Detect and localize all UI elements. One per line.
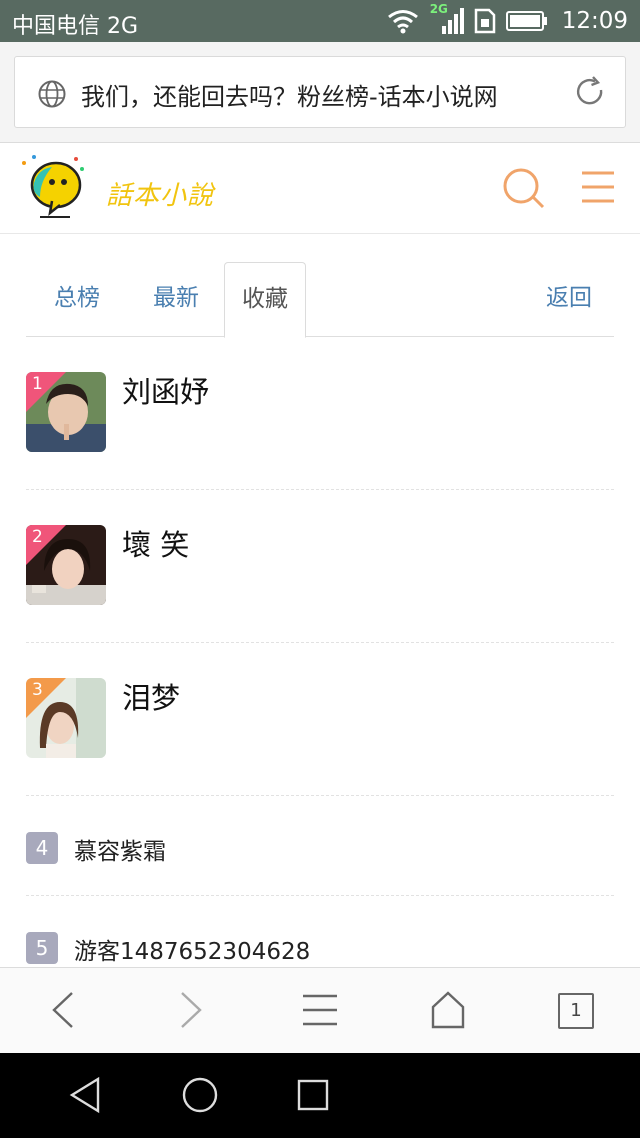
browser-menu-icon[interactable] — [301, 990, 339, 1030]
list-item[interactable]: 2 壞 笑 — [26, 490, 614, 643]
fan-name[interactable]: 刘函妤 — [122, 369, 209, 411]
system-home-icon[interactable] — [180, 1075, 220, 1115]
rank-badge: 4 — [26, 832, 58, 864]
address-bar[interactable]: 我们，还能回去吗？粉丝榜-话本小说网 — [14, 56, 626, 128]
carrier-label: 中国电信 2G — [12, 14, 139, 39]
list-item[interactable]: 3 泪梦 — [26, 643, 614, 796]
rank-number: 2 — [32, 527, 43, 547]
rank-badge: 5 — [26, 932, 58, 964]
search-icon[interactable] — [502, 167, 546, 209]
avatar[interactable]: 1 — [26, 372, 106, 452]
fan-name[interactable]: 慕容紫霜 — [74, 832, 166, 866]
fan-ranking-list: 1 刘函妤 2 壞 笑 3 泪梦 4 慕容紫霜 5 游客148765230462… — [26, 337, 614, 996]
rank-number: 1 — [32, 374, 43, 394]
ranking-tabs: 总榜 最新 收藏 返回 — [26, 262, 614, 338]
wifi-icon — [387, 10, 418, 34]
clock: 12:09 — [561, 8, 628, 34]
tab-favorites[interactable]: 收藏 — [224, 262, 306, 338]
tab-latest[interactable]: 最新 — [128, 262, 224, 336]
logo-text: 話本小說 — [106, 181, 215, 211]
back-link[interactable]: 返回 — [526, 262, 612, 336]
system-navigation-bar — [0, 1053, 640, 1138]
tab-overall[interactable]: 总榜 — [26, 262, 128, 336]
fan-name[interactable]: 游客1487652304628 — [74, 932, 310, 966]
home-icon[interactable] — [430, 990, 466, 1030]
battery-icon — [505, 11, 547, 31]
system-recents-icon[interactable] — [296, 1075, 330, 1115]
status-bar: 中国电信 2G 2G 12:09 — [0, 0, 640, 42]
list-item[interactable]: 1 刘函妤 — [26, 337, 614, 490]
logo-mascot-icon — [22, 155, 84, 218]
fan-name[interactable]: 泪梦 — [122, 675, 180, 717]
status-icons: 2G 12:09 — [386, 2, 628, 36]
browser-address-area: 我们，还能回去吗？粉丝榜-话本小说网 — [0, 42, 640, 143]
menu-icon[interactable] — [580, 169, 616, 205]
site-header: 話本小說 — [0, 143, 640, 234]
avatar[interactable]: 3 — [26, 678, 106, 758]
page-title: 我们，还能回去吗？粉丝榜-话本小说网 — [81, 83, 498, 111]
tab-count-button[interactable]: 1 — [558, 993, 594, 1029]
forward-arrow-icon[interactable] — [176, 990, 206, 1030]
reload-icon[interactable] — [573, 75, 607, 109]
browser-toolbar: 1 — [0, 967, 640, 1054]
list-item[interactable]: 4 慕容紫霜 — [26, 796, 614, 896]
sim-card-icon — [474, 8, 495, 34]
fan-name[interactable]: 壞 笑 — [122, 522, 189, 564]
rank-number: 3 — [32, 680, 43, 700]
back-arrow-icon[interactable] — [48, 990, 78, 1030]
site-logo[interactable]: 話本小說 — [18, 151, 228, 223]
avatar[interactable]: 2 — [26, 525, 106, 605]
globe-icon — [38, 80, 66, 108]
signal-icon: 2G — [430, 2, 464, 36]
system-back-icon[interactable] — [68, 1075, 102, 1115]
